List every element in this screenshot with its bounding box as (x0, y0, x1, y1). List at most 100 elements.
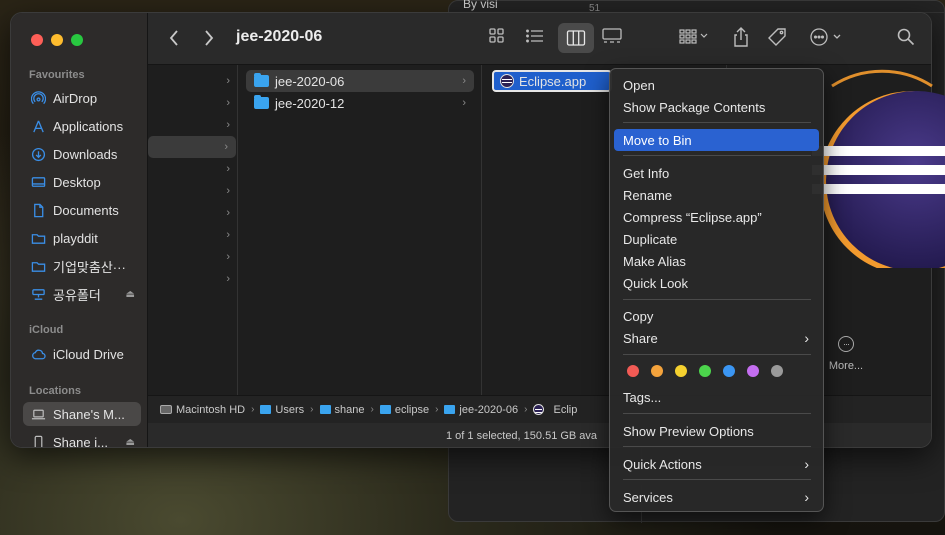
list-item-label: jee-2020-06 (275, 73, 345, 89)
list-item[interactable]: › (148, 268, 238, 290)
minimize-button[interactable] (51, 34, 63, 46)
sidebar-item-downloads[interactable]: Downloads (23, 142, 141, 166)
sidebar-item-icloud-drive[interactable]: iCloud Drive (23, 342, 141, 366)
sidebar-section-icloud: iCloud (29, 324, 64, 336)
menu-separator (623, 299, 811, 300)
menu-item-compress[interactable]: Compress “Eclipse.app” (614, 206, 819, 228)
group-by-button[interactable] (678, 27, 710, 45)
path-segment[interactable]: Eclip (533, 404, 577, 416)
menu-item-rename[interactable]: Rename (614, 184, 819, 206)
menu-item-show-preview-options[interactable]: Show Preview Options (614, 420, 819, 442)
tag-blue[interactable] (723, 365, 735, 377)
list-item[interactable]: jee-2020-12 › (246, 92, 474, 114)
menu-item-quick-look[interactable]: Quick Look (614, 272, 819, 294)
share-icon[interactable] (732, 26, 750, 48)
status-text: 1 of 1 selected, 150.51 GB ava (446, 430, 598, 442)
gallery-view-button[interactable] (601, 27, 623, 45)
icon-view-button[interactable] (488, 27, 506, 45)
menu-item-copy[interactable]: Copy (614, 305, 819, 327)
menu-separator (623, 446, 811, 447)
zoom-button[interactable] (71, 34, 83, 46)
tag-red[interactable] (627, 365, 639, 377)
column-view-button[interactable] (558, 23, 594, 53)
close-button[interactable] (31, 34, 43, 46)
sidebar-item-documents[interactable]: Documents (23, 198, 141, 222)
column-1: › › › › › › › › › › (148, 65, 238, 395)
sidebar-item-korean-folder[interactable]: 기업맞춤산··· (23, 254, 141, 278)
search-icon[interactable] (896, 27, 916, 47)
list-item-selected[interactable]: Eclipse.app (492, 70, 612, 92)
list-item[interactable]: › (148, 202, 238, 224)
tag-purple[interactable] (747, 365, 759, 377)
sidebar-item-iphone[interactable]: Shane i... ⏏ (23, 430, 141, 448)
menu-item-show-package-contents[interactable]: Show Package Contents (614, 96, 819, 118)
disk-icon (160, 405, 172, 414)
tag-orange[interactable] (651, 365, 663, 377)
sidebar-item-playddit[interactable]: playddit (23, 226, 141, 250)
sidebar-item-label: 기업맞춤산··· (53, 259, 126, 275)
sidebar-item-label: Downloads (53, 146, 118, 162)
back-button[interactable] (168, 29, 180, 47)
menu-item-duplicate[interactable]: Duplicate (614, 228, 819, 250)
list-item[interactable]: › (148, 70, 238, 92)
tag-yellow[interactable] (675, 365, 687, 377)
menu-item-make-alias[interactable]: Make Alias (614, 250, 819, 272)
tag-icon[interactable] (767, 27, 789, 47)
menu-separator (623, 413, 811, 414)
window-controls (31, 34, 83, 46)
cloud-icon (31, 347, 46, 362)
chevron-right-icon: › (226, 97, 230, 109)
path-segment[interactable]: eclipse (379, 404, 429, 416)
forward-button[interactable] (203, 29, 215, 47)
sidebar-item-label: 공유폴더 (53, 287, 101, 303)
menu-item-services[interactable]: Services › (614, 486, 819, 508)
sidebar-item-desktop[interactable]: Desktop (23, 170, 141, 194)
list-item-selected[interactable]: jee-2020-06 › (246, 70, 474, 92)
menu-separator (623, 122, 811, 123)
folder-icon (444, 405, 456, 414)
menu-item-tags[interactable]: Tags... (614, 386, 819, 408)
chevron-right-icon: › (435, 404, 439, 415)
menu-item-label: Quick Actions (623, 456, 702, 472)
column-2: jee-2020-06 › jee-2020-12 › (238, 65, 482, 395)
tag-green[interactable] (699, 365, 711, 377)
list-item[interactable]: › (148, 246, 238, 268)
list-item[interactable]: › (148, 224, 238, 246)
menu-item-move-to-bin[interactable]: Move to Bin (614, 129, 819, 151)
list-item[interactable]: › (148, 114, 238, 136)
menu-item-open[interactable]: Open (614, 74, 819, 96)
path-segment[interactable]: Users (260, 404, 304, 416)
list-item[interactable]: › (148, 158, 238, 180)
sidebar-item-macbook[interactable]: Shane's M... (23, 402, 141, 426)
eject-icon[interactable]: ⏏ (126, 289, 135, 300)
chevron-right-icon: › (224, 141, 228, 153)
sidebar-item-applications[interactable]: Applications (23, 114, 141, 138)
airdrop-icon (31, 90, 46, 106)
folder-icon (31, 231, 46, 246)
menu-item-quick-actions[interactable]: Quick Actions › (614, 453, 819, 475)
chevron-right-icon: › (524, 404, 528, 415)
list-view-button[interactable] (525, 27, 545, 45)
eject-icon[interactable]: ⏏ (126, 437, 135, 448)
more-actions-button[interactable] (809, 27, 847, 47)
preview-more-button[interactable]: ··· More... (826, 336, 866, 372)
list-item[interactable]: › (148, 92, 238, 114)
path-segment[interactable]: Macintosh HD (160, 404, 245, 416)
list-item-selected[interactable]: › (148, 136, 236, 158)
window-title: jee-2020-06 (236, 28, 323, 45)
chevron-right-icon: › (462, 75, 466, 87)
folder-icon (319, 405, 331, 414)
path-segment[interactable]: jee-2020-06 (444, 404, 518, 416)
menu-item-get-info[interactable]: Get Info (614, 162, 819, 184)
list-item[interactable]: › (148, 180, 238, 202)
tag-gray[interactable] (771, 365, 783, 377)
sidebar-item-label: AirDrop (53, 90, 98, 106)
chevron-right-icon: › (226, 273, 230, 285)
sidebar-item-shared-folder[interactable]: 공유폴더 ⏏ (23, 282, 141, 306)
menu-separator (623, 155, 811, 156)
chevron-right-icon: › (226, 119, 230, 131)
menu-separator (623, 354, 811, 355)
menu-item-share[interactable]: Share › (614, 327, 819, 349)
path-segment[interactable]: shane (319, 404, 364, 416)
sidebar-item-airdrop[interactable]: AirDrop (23, 86, 141, 110)
